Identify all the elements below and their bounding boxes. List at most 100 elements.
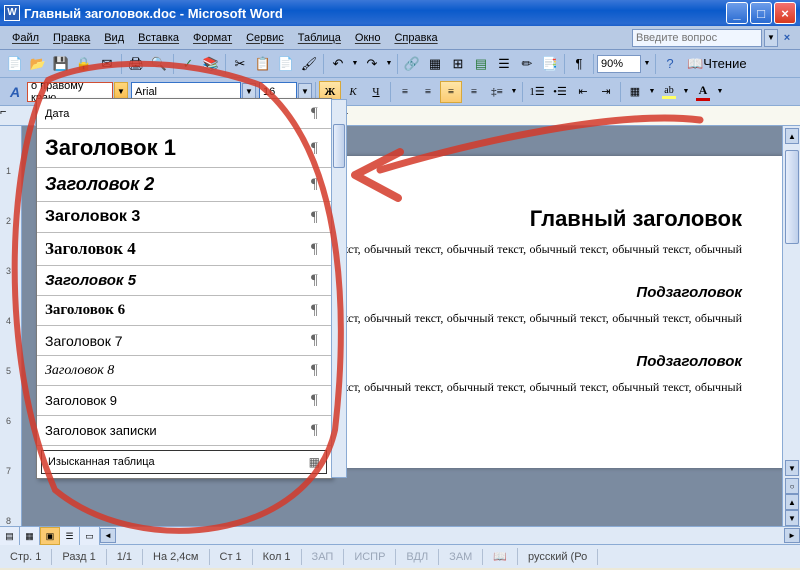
style-item-note-heading[interactable]: Заголовок записки¶: [37, 416, 331, 446]
style-item-heading7[interactable]: Заголовок 7¶: [37, 326, 331, 356]
redo-dropdown-icon[interactable]: ▼: [384, 60, 394, 67]
align-justify-button[interactable]: ≡: [463, 81, 485, 103]
print-preview-button[interactable]: 🔍: [148, 53, 170, 75]
style-item-heading3[interactable]: Заголовок 3¶: [37, 202, 331, 233]
scroll-up-icon[interactable]: ▲: [785, 128, 799, 144]
styles-dropdown[interactable]: Дата¶ Заголовок 1¶ Заголовок 2¶ Заголово…: [36, 98, 332, 479]
style-item-table[interactable]: Изысканная таблица▦: [41, 450, 327, 474]
style-item-date[interactable]: Дата¶: [37, 99, 331, 129]
research-button[interactable]: 📚: [200, 53, 222, 75]
font-color-button[interactable]: A: [692, 81, 714, 103]
increase-indent-button[interactable]: ⇥: [595, 81, 617, 103]
menu-tools[interactable]: Сервис: [240, 30, 290, 46]
style-item-heading2[interactable]: Заголовок 2¶: [37, 168, 331, 202]
horizontal-scrollbar[interactable]: ◄ ►: [100, 527, 800, 544]
menu-table[interactable]: Таблица: [292, 30, 347, 46]
spelling-button[interactable]: ✓: [177, 53, 199, 75]
borders-button[interactable]: ▦: [624, 81, 646, 103]
prev-page-icon[interactable]: ▲: [785, 494, 799, 510]
style-item-heading5[interactable]: Заголовок 5¶: [37, 266, 331, 296]
insert-table-button[interactable]: ⊞: [447, 53, 469, 75]
help-button[interactable]: ?: [659, 53, 681, 75]
status-trk[interactable]: ИСПР: [344, 549, 396, 565]
menu-help[interactable]: Справка: [388, 30, 443, 46]
styles-pane-icon[interactable]: A: [4, 84, 26, 100]
status-ovr[interactable]: ЗАМ: [439, 549, 483, 565]
help-dropdown-icon[interactable]: ▼: [764, 29, 778, 47]
new-doc-button[interactable]: 📄: [4, 53, 26, 75]
align-center-button[interactable]: ≡: [417, 81, 439, 103]
columns-button[interactable]: ☰: [493, 53, 515, 75]
menu-view[interactable]: Вид: [98, 30, 130, 46]
tables-borders-button[interactable]: ▦: [424, 53, 446, 75]
doc-map-button[interactable]: 📑: [539, 53, 561, 75]
align-right-button[interactable]: ≡: [440, 81, 462, 103]
status-section[interactable]: Разд 1: [52, 549, 106, 565]
align-left-button[interactable]: ≡: [394, 81, 416, 103]
outline-view-button[interactable]: ☰: [60, 527, 80, 545]
hscroll-left-icon[interactable]: ◄: [100, 528, 116, 543]
next-page-icon[interactable]: ▼: [785, 510, 799, 526]
drawing-button[interactable]: ✏: [516, 53, 538, 75]
hscroll-right-icon[interactable]: ►: [784, 528, 800, 543]
cut-button[interactable]: ✂: [229, 53, 251, 75]
status-rec[interactable]: ЗАП: [302, 549, 345, 565]
hyperlink-button[interactable]: 🔗: [401, 53, 423, 75]
menu-insert[interactable]: Вставка: [132, 30, 185, 46]
reading-view-button[interactable]: ▭: [80, 527, 100, 545]
menu-edit[interactable]: Правка: [47, 30, 96, 46]
print-layout-view-button[interactable]: ▣: [40, 527, 60, 545]
reading-layout-button[interactable]: 📖 Чтение: [682, 53, 752, 75]
undo-dropdown-icon[interactable]: ▼: [350, 60, 360, 67]
line-spacing-dropdown-icon[interactable]: ▼: [509, 88, 519, 95]
close-button[interactable]: ×: [774, 2, 796, 24]
print-button[interactable]: 🖨: [125, 53, 147, 75]
scroll-thumb[interactable]: [785, 150, 799, 244]
style-item-heading1[interactable]: Заголовок 1¶: [37, 129, 331, 168]
permission-button[interactable]: 🔒: [73, 53, 95, 75]
minimize-button[interactable]: _: [726, 2, 748, 24]
styles-dropdown-scrollbar[interactable]: [331, 99, 347, 478]
paste-button[interactable]: 📄: [275, 53, 297, 75]
undo-button[interactable]: ↶: [327, 53, 349, 75]
show-marks-button[interactable]: ¶: [568, 53, 590, 75]
highlight-dropdown-icon[interactable]: ▼: [681, 88, 691, 95]
status-ext[interactable]: ВДЛ: [396, 549, 439, 565]
vertical-ruler[interactable]: 1 2 3 4 5 6 7 8: [0, 126, 22, 526]
help-search-input[interactable]: [632, 29, 762, 47]
menu-file[interactable]: Файл: [6, 30, 45, 46]
numbered-list-button[interactable]: 1☰: [526, 81, 548, 103]
open-button[interactable]: 📂: [27, 53, 49, 75]
menu-window[interactable]: Окно: [349, 30, 387, 46]
close-doc-button[interactable]: ×: [780, 32, 794, 44]
maximize-button[interactable]: □: [750, 2, 772, 24]
zoom-dropdown-icon[interactable]: ▼: [642, 60, 652, 67]
copy-button[interactable]: 📋: [252, 53, 274, 75]
bullet-list-button[interactable]: •☰: [549, 81, 571, 103]
excel-button[interactable]: ▤: [470, 53, 492, 75]
zoom-combo[interactable]: 90%: [597, 55, 641, 73]
highlight-button[interactable]: ab: [658, 81, 680, 103]
mail-button[interactable]: ✉: [96, 53, 118, 75]
scroll-down-icon[interactable]: ▼: [785, 460, 799, 476]
style-item-heading4[interactable]: Заголовок 4¶: [37, 233, 331, 266]
styles-scroll-thumb[interactable]: [333, 124, 345, 168]
save-button[interactable]: 💾: [50, 53, 72, 75]
line-spacing-button[interactable]: ‡≡: [486, 81, 508, 103]
style-item-heading8[interactable]: Заголовок 8¶: [37, 356, 331, 386]
redo-button[interactable]: ↷: [361, 53, 383, 75]
web-view-button[interactable]: ▦: [20, 527, 40, 545]
decrease-indent-button[interactable]: ⇤: [572, 81, 594, 103]
underline-button[interactable]: Ч: [365, 81, 387, 103]
borders-dropdown-icon[interactable]: ▼: [647, 88, 657, 95]
font-color-dropdown-icon[interactable]: ▼: [715, 88, 725, 95]
format-painter-button[interactable]: 🖌: [298, 53, 320, 75]
normal-view-button[interactable]: ▤: [0, 527, 20, 545]
style-item-heading6[interactable]: Заголовок 6¶: [37, 296, 331, 326]
style-item-heading9[interactable]: Заголовок 9¶: [37, 386, 331, 416]
status-spell-icon[interactable]: 📖: [483, 548, 518, 565]
status-language[interactable]: русский (Ро: [518, 549, 598, 565]
status-page[interactable]: Стр. 1: [0, 549, 52, 565]
menu-format[interactable]: Формат: [187, 30, 238, 46]
vertical-scrollbar[interactable]: ▲ ▼ ○ ▲ ▼: [782, 126, 800, 526]
